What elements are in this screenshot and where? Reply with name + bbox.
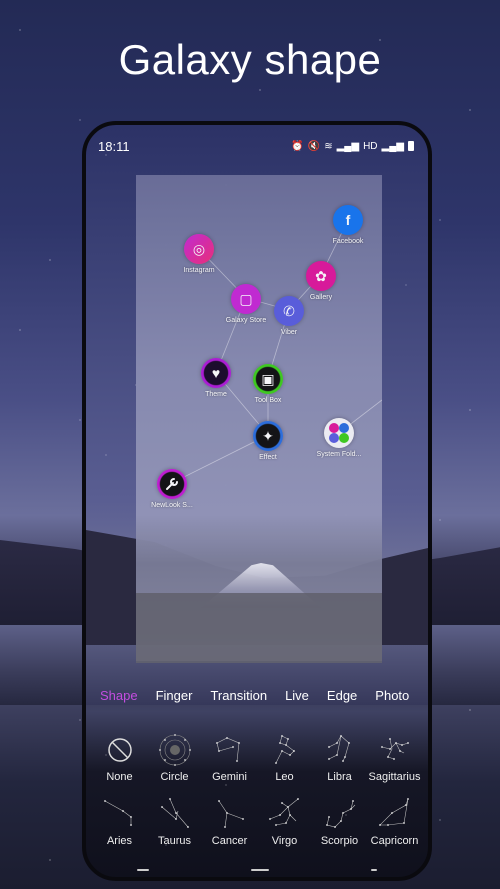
none-icon	[107, 738, 132, 762]
wifi-icon: ≋	[324, 140, 333, 152]
circle-icon	[158, 734, 191, 766]
shape-capricorn[interactable]: Capricorn	[367, 797, 422, 847]
app-label: NewLook S...	[151, 502, 193, 509]
shape-aries[interactable]: Aries	[92, 797, 147, 847]
theme-icon: ♥	[201, 358, 231, 388]
shape-circle[interactable]: Circle	[147, 733, 202, 783]
shape-label: Taurus	[157, 835, 192, 847]
shape-taurus[interactable]: Taurus	[147, 797, 202, 847]
toolbox-icon: ▣	[253, 364, 283, 394]
viber-icon: ✆	[274, 296, 304, 326]
alarm-icon: ⏰	[291, 140, 304, 152]
cancer-constellation-icon	[217, 800, 244, 828]
tab-transition[interactable]: Transition	[210, 688, 267, 703]
app-label: Instagram	[183, 267, 215, 274]
phone-mockup: 18:11 ⏰ 🔇 ≋ ▂▄▆ HD ▂▄▆ f Facebook ◎ Inst…	[82, 121, 432, 881]
leo-constellation-icon	[274, 735, 295, 764]
libra-constellation-icon	[327, 735, 350, 762]
shape-label: Leo	[275, 771, 294, 783]
shape-label: Aries	[106, 835, 133, 847]
shape-label: Gemini	[212, 771, 247, 783]
mute-icon: 🔇	[307, 140, 321, 152]
app-toolbox[interactable]: ▣ Tool Box	[238, 364, 298, 404]
status-icons: ⏰ 🔇 ≋ ▂▄▆ HD ▂▄▆	[291, 141, 414, 152]
app-label: Theme	[205, 391, 227, 398]
navigation-bar	[86, 863, 428, 877]
shape-preview: f Facebook ◎ Instagram ✿ Gallery ▢ Galax…	[136, 175, 382, 663]
back-button[interactable]	[371, 869, 377, 871]
recent-apps-button[interactable]	[137, 869, 149, 871]
gemini-constellation-icon	[215, 737, 240, 762]
tab-shape[interactable]: Shape	[100, 688, 138, 703]
wrench-icon	[166, 478, 178, 490]
app-theme[interactable]: ♥ Theme	[186, 358, 246, 398]
shape-leo[interactable]: Leo	[257, 733, 312, 783]
folder-grid-icon	[329, 423, 349, 443]
app-label: Facebook	[332, 238, 364, 245]
app-label: System Fold...	[316, 451, 362, 458]
newlook-settings-icon	[157, 469, 187, 499]
category-tabs: Shape Finger Transition Live Edge Photo	[100, 688, 428, 703]
effect-icon: ✦	[253, 421, 283, 451]
sagittarius-constellation-icon	[380, 738, 409, 760]
tab-edge[interactable]: Edge	[327, 688, 357, 703]
tab-photo[interactable]: Photo	[375, 688, 409, 703]
app-facebook[interactable]: f Facebook	[318, 205, 378, 245]
app-gallery[interactable]: ✿ Gallery	[291, 261, 351, 301]
shape-grid: None Circle Gemini Leo Libra Sagittarius…	[86, 733, 428, 847]
shape-label: Cancer	[211, 835, 248, 847]
shape-sagittarius[interactable]: Sagittarius	[367, 733, 422, 783]
shape-virgo[interactable]: Virgo	[257, 797, 312, 847]
home-button[interactable]	[251, 869, 269, 871]
system-folder-icon	[324, 418, 354, 448]
galaxy-store-icon: ▢	[231, 284, 261, 314]
app-viber[interactable]: ✆ Viber	[259, 296, 319, 336]
capricorn-constellation-icon	[378, 798, 409, 826]
page-title: Galaxy shape	[118, 36, 382, 83]
gallery-icon: ✿	[306, 261, 336, 291]
virgo-constellation-icon	[268, 798, 299, 826]
shape-scorpio[interactable]: Scorpio	[312, 797, 367, 847]
hd-icon: HD	[363, 140, 378, 152]
scorpio-constellation-icon	[325, 800, 355, 828]
instagram-icon: ◎	[184, 234, 214, 264]
tab-live[interactable]: Live	[285, 688, 309, 703]
4g-signal-icon: ▂▄▆	[336, 140, 360, 152]
aries-constellation-icon	[103, 800, 132, 826]
shape-gemini[interactable]: Gemini	[202, 733, 257, 783]
shape-label: Virgo	[271, 835, 298, 847]
shape-label: Scorpio	[320, 835, 359, 847]
shape-cancer[interactable]: Cancer	[202, 797, 257, 847]
shape-label: Sagittarius	[368, 771, 421, 783]
app-system-folder[interactable]: System Fold...	[309, 418, 369, 458]
tab-finger[interactable]: Finger	[156, 688, 193, 703]
status-bar: 18:11 ⏰ 🔇 ≋ ▂▄▆ HD ▂▄▆	[98, 137, 414, 155]
shape-label: Libra	[327, 771, 352, 783]
shape-libra[interactable]: Libra	[312, 733, 367, 783]
app-effect[interactable]: ✦ Effect	[238, 421, 298, 461]
shape-label: Capricorn	[370, 835, 419, 847]
5g-signal-icon: ▂▄▆	[381, 140, 404, 152]
battery-icon	[408, 141, 414, 151]
shape-none[interactable]: None	[92, 733, 147, 783]
app-label: Viber	[280, 329, 298, 336]
app-newlook-settings[interactable]: NewLook S...	[142, 469, 202, 509]
facebook-icon: f	[333, 205, 363, 235]
shape-label: None	[106, 771, 133, 783]
status-time: 18:11	[98, 138, 130, 154]
app-instagram[interactable]: ◎ Instagram	[169, 234, 229, 274]
taurus-constellation-icon	[160, 798, 189, 828]
app-label: Effect	[259, 454, 277, 461]
app-label: Tool Box	[254, 397, 282, 404]
shape-label: Circle	[160, 771, 189, 783]
